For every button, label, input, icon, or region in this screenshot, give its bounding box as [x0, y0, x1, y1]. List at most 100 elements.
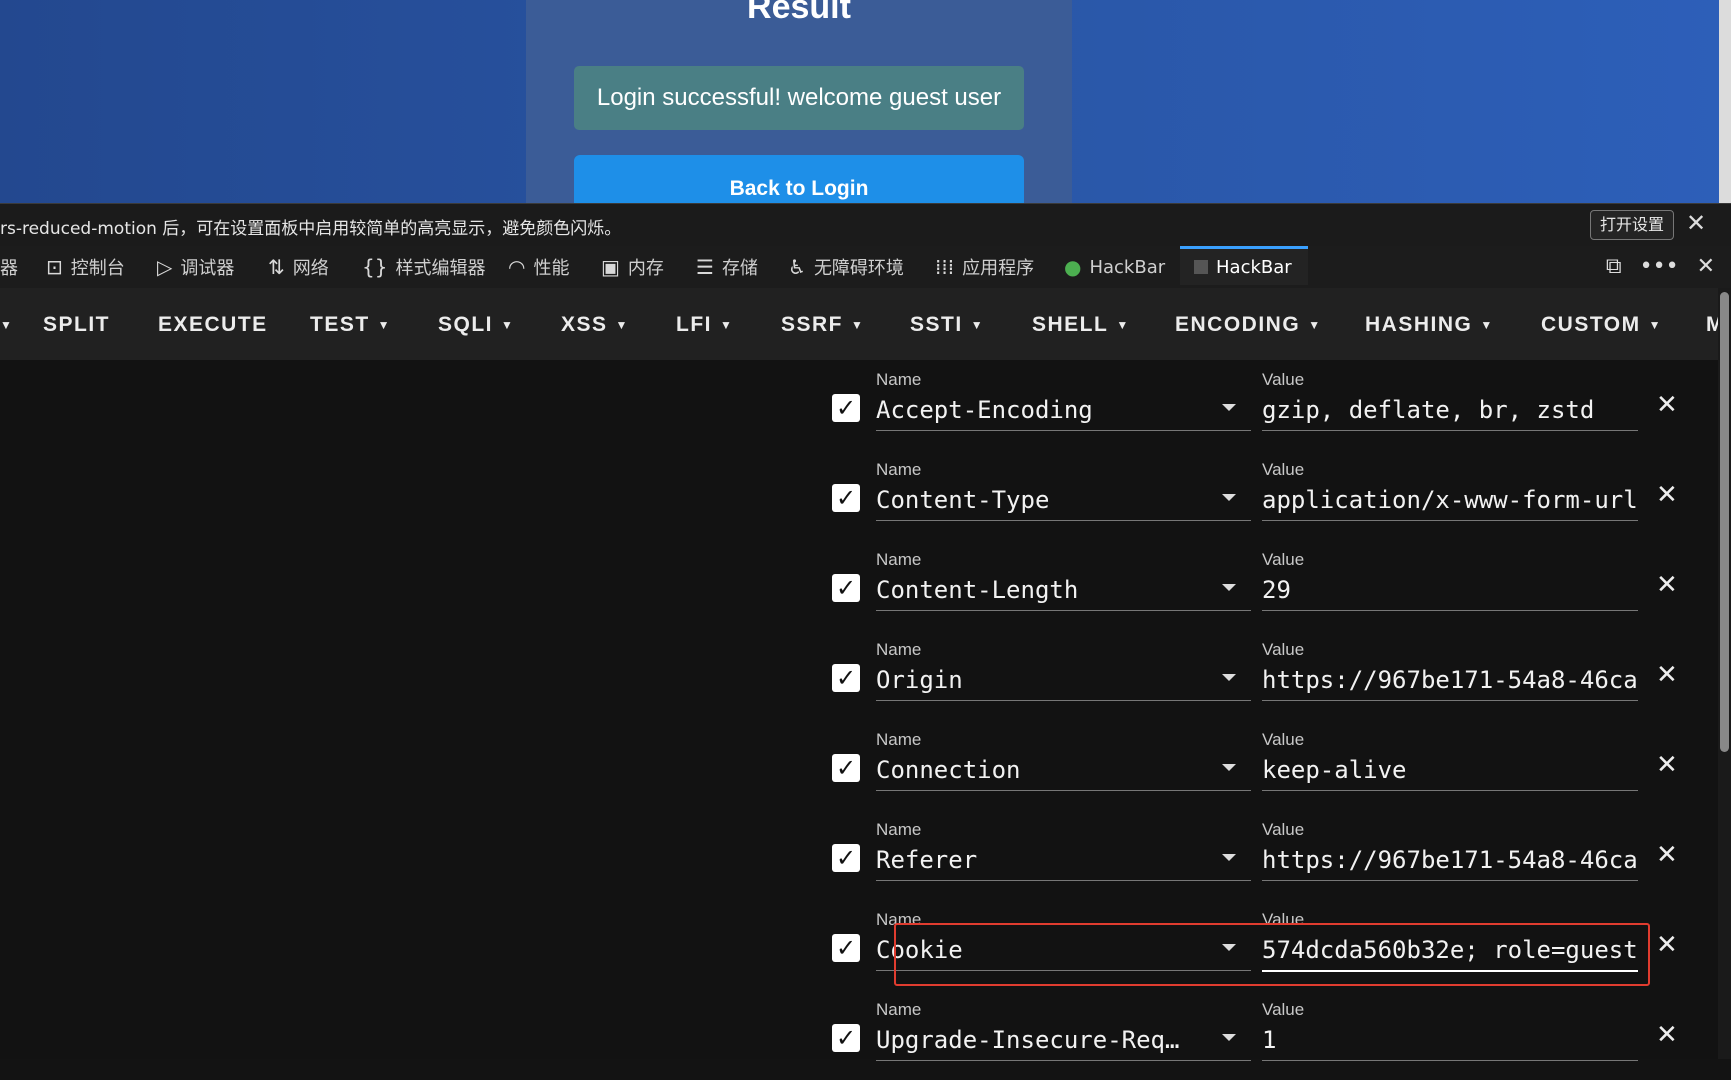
- delete-icon[interactable]: ✕: [1656, 930, 1678, 960]
- tab-label: HackBar: [1089, 256, 1166, 278]
- header-checkbox[interactable]: ✓: [832, 1024, 860, 1052]
- menu-label: XSS: [561, 313, 608, 336]
- more-options-icon[interactable]: •••: [1640, 254, 1679, 279]
- panel-scrollbar[interactable]: [1718, 288, 1731, 1059]
- tab-storage[interactable]: ☰ 存储: [696, 246, 758, 288]
- delete-icon[interactable]: ✕: [1656, 390, 1678, 420]
- header-checkbox[interactable]: ✓: [832, 484, 860, 512]
- chevron-down-icon: ▼: [970, 318, 985, 332]
- dock-icon[interactable]: ⧉: [1606, 254, 1622, 279]
- menu-encoding[interactable]: ENCODING ▼: [1175, 313, 1322, 337]
- header-checkbox[interactable]: ✓: [832, 754, 860, 782]
- success-message: Login successful! welcome guest user: [574, 66, 1024, 130]
- header-name-field[interactable]: Accept-Encoding: [876, 390, 1251, 431]
- header-name-field[interactable]: Connection: [876, 750, 1251, 791]
- header-name-field[interactable]: Content-Type: [876, 480, 1251, 521]
- chevron-down-icon: ▼: [1116, 318, 1130, 332]
- header-value-field[interactable]: https://967be171-54a8-46ca: [1262, 840, 1638, 881]
- tab-memory[interactable]: ▣ 内存: [601, 246, 664, 288]
- tab-hackbar-2[interactable]: HackBar: [1180, 246, 1308, 285]
- menu-xss[interactable]: XSS ▼: [561, 313, 629, 337]
- devtools-toolbar-actions: ⧉ ••• ✕: [1606, 254, 1715, 279]
- menu-hashing[interactable]: HASHING ▼: [1365, 313, 1494, 337]
- menu-ssrf[interactable]: SSRF ▼: [781, 313, 864, 337]
- tab-label: 应用程序: [962, 258, 1035, 279]
- chevron-down-icon[interactable]: [1222, 944, 1236, 951]
- application-icon: ⁞⁞⁞: [935, 255, 955, 279]
- header-name-field[interactable]: Origin: [876, 660, 1251, 701]
- tab-label: 内存: [627, 258, 664, 279]
- tab-label: HackBar: [1216, 256, 1292, 278]
- menu-lfi[interactable]: LFI ▼: [676, 313, 733, 337]
- header-name-field[interactable]: Cookie: [876, 930, 1251, 971]
- header-value-field[interactable]: https://967be171-54a8-46ca: [1262, 660, 1638, 701]
- performance-icon: ◠: [508, 255, 526, 279]
- close-icon[interactable]: ✕: [1686, 209, 1706, 237]
- tab-label: 存储: [721, 258, 758, 279]
- header-value-field[interactable]: keep-alive: [1262, 750, 1638, 791]
- menu-ssti[interactable]: SSTI ▼: [910, 313, 984, 337]
- chevron-down-icon[interactable]: [1222, 494, 1236, 501]
- chevron-down-icon[interactable]: [1222, 854, 1236, 861]
- menu-caret-left[interactable]: ▼: [0, 313, 13, 337]
- delete-icon[interactable]: ✕: [1656, 570, 1678, 600]
- close-devtools-icon[interactable]: ✕: [1697, 254, 1715, 279]
- header-checkbox[interactable]: ✓: [832, 664, 860, 692]
- tab-network[interactable]: ⇅ 网络: [268, 246, 329, 288]
- tab-console[interactable]: ⊡ 控制台: [46, 246, 125, 288]
- delete-icon[interactable]: ✕: [1656, 1020, 1678, 1050]
- tab-application[interactable]: ⁞⁞⁞ 应用程序: [935, 246, 1034, 288]
- value-label: Value: [1262, 640, 1305, 659]
- name-label: Name: [876, 460, 922, 479]
- header-name-field[interactable]: Referer: [876, 840, 1251, 881]
- menu-test[interactable]: TEST ▼: [310, 313, 391, 337]
- header-value-field[interactable]: gzip, deflate, br, zstd: [1262, 390, 1638, 431]
- name-label: Name: [876, 370, 922, 389]
- tab-debugger[interactable]: ▷ 调试器: [157, 246, 234, 288]
- tab-inspector[interactable]: 器: [0, 246, 18, 288]
- header-checkbox[interactable]: ✓: [832, 844, 860, 872]
- chevron-down-icon[interactable]: [1222, 1034, 1236, 1041]
- menu-execute[interactable]: EXECUTE: [158, 313, 268, 337]
- chevron-down-icon[interactable]: [1222, 674, 1236, 681]
- tab-style-editor[interactable]: {} 样式编辑器: [362, 246, 485, 288]
- header-name-field[interactable]: Upgrade-Insecure-Req…: [876, 1020, 1251, 1061]
- header-value-field[interactable]: application/x-www-form-url: [1262, 480, 1638, 521]
- chevron-down-icon[interactable]: [1222, 584, 1236, 591]
- header-checkbox[interactable]: ✓: [832, 574, 860, 602]
- header-value-field[interactable]: 574dcda560b32e; role=guest: [1262, 930, 1638, 972]
- menu-sqli[interactable]: SQLI ▼: [438, 313, 514, 337]
- notification-bar: rs-reduced-motion 后，可在设置面板中启用较简单的高亮显示，避免…: [0, 203, 1731, 247]
- menu-label: TEST: [310, 313, 370, 336]
- menu-custom[interactable]: CUSTOM ▼: [1541, 313, 1662, 337]
- menu-split[interactable]: SPLIT: [43, 313, 110, 337]
- tab-accessibility[interactable]: ♿ 无障碍环境: [788, 246, 904, 288]
- accessibility-icon: ♿: [788, 255, 806, 279]
- delete-icon[interactable]: ✕: [1656, 840, 1678, 870]
- chevron-down-icon[interactable]: [1222, 764, 1236, 771]
- value-label: Value: [1262, 1000, 1305, 1019]
- header-name-field[interactable]: Content-Length: [876, 570, 1251, 611]
- result-title: Result: [747, 0, 851, 26]
- menu-shell[interactable]: SHELL ▼: [1032, 313, 1130, 337]
- tab-label: 控制台: [70, 258, 125, 279]
- header-checkbox[interactable]: ✓: [832, 394, 860, 422]
- chevron-down-icon[interactable]: [1222, 404, 1236, 411]
- scrollbar-thumb[interactable]: [1720, 292, 1729, 752]
- menu-label: CUSTOM: [1541, 313, 1641, 336]
- menu-more[interactable]: M: [1706, 313, 1718, 337]
- delete-icon[interactable]: ✕: [1656, 660, 1678, 690]
- delete-icon[interactable]: ✕: [1656, 480, 1678, 510]
- memory-icon: ▣: [601, 255, 620, 279]
- header-value-field[interactable]: 1: [1262, 1020, 1638, 1061]
- open-settings-button[interactable]: 打开设置: [1590, 210, 1674, 240]
- header-checkbox[interactable]: ✓: [832, 934, 860, 962]
- header-value-field[interactable]: 29: [1262, 570, 1638, 611]
- tab-performance[interactable]: ◠ 性能: [508, 246, 569, 288]
- tab-label: 器: [0, 258, 18, 279]
- back-to-login-button[interactable]: Back to Login: [574, 155, 1024, 203]
- delete-icon[interactable]: ✕: [1656, 750, 1678, 780]
- page-scrollbar[interactable]: [1719, 0, 1731, 203]
- value-label: Value: [1262, 910, 1305, 929]
- tab-hackbar-1[interactable]: ● HackBar: [1064, 246, 1165, 288]
